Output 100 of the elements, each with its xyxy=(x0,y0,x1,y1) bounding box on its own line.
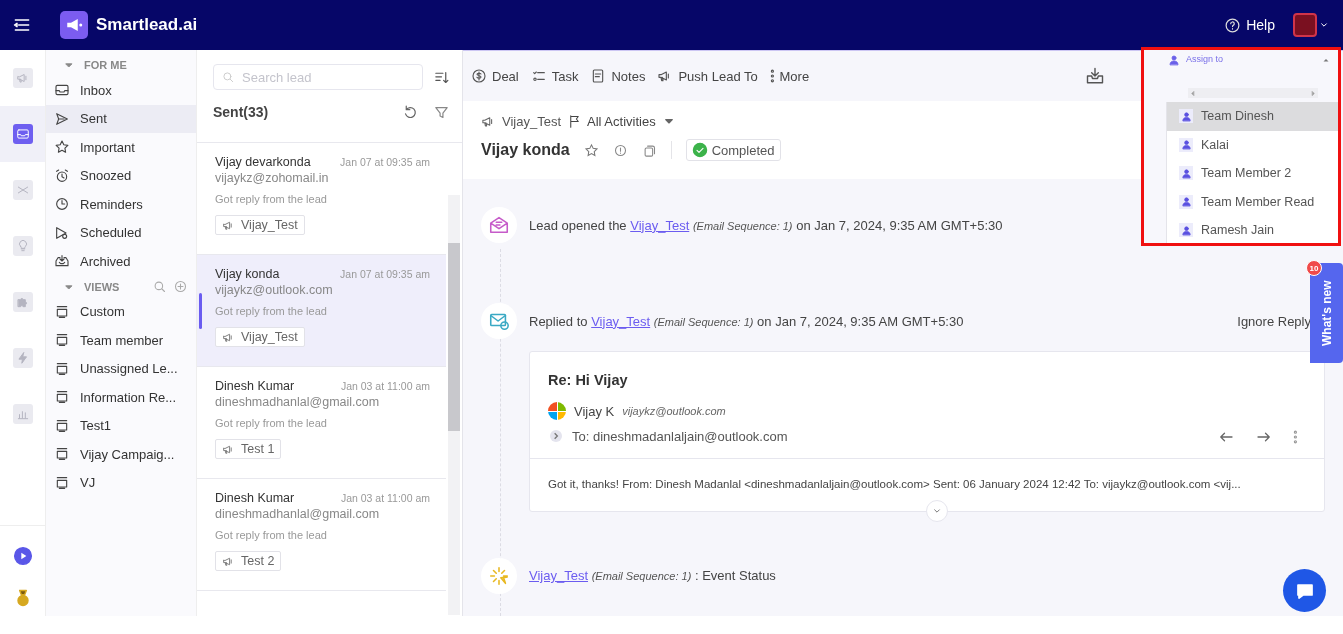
brand-name: Smartlead.ai xyxy=(96,15,198,35)
sender-email: vijaykz@outlook.com xyxy=(622,405,726,417)
horizontal-scrollbar[interactable] xyxy=(1188,88,1318,98)
lead-time: Jan 03 at 11:00 am xyxy=(340,380,430,392)
nav-item[interactable]: Snoozed xyxy=(46,161,196,190)
dollar-icon xyxy=(471,68,487,84)
view-icon xyxy=(54,446,70,463)
list-title: Sent(33) xyxy=(213,104,270,120)
assign-option[interactable]: Ramesh Jain xyxy=(1167,216,1338,243)
assign-option[interactable]: Team Dinesh xyxy=(1167,102,1338,131)
lead-time: Jan 07 at 09:35 am xyxy=(340,156,430,168)
lead-card[interactable]: Dinesh Kumar Jan 03 at 11:00 am dineshmadhanlal@gmail.com Got reply from the lead Test 1 xyxy=(197,367,446,479)
nav-item[interactable]: Team member xyxy=(46,326,196,355)
nav-item[interactable]: VJ xyxy=(46,468,196,497)
lead-card[interactable]: Dinesh Kumar Jan 03 at 11:00 am dineshmadhanlal@gmail.com Got reply from the lead Test 2 xyxy=(197,479,446,591)
activity-filter[interactable]: All Activities xyxy=(567,113,677,129)
lead-status: Got reply from the lead xyxy=(215,529,328,541)
assign-option[interactable]: Team Member 2 xyxy=(1167,159,1338,188)
section-title: FOR ME xyxy=(84,59,127,71)
nav-item[interactable]: Archived xyxy=(46,247,196,276)
dropdown-label: Assign to xyxy=(1186,54,1224,64)
search-field[interactable]: Search lead xyxy=(213,64,423,90)
nav-item[interactable]: Unassigned Le... xyxy=(46,354,196,383)
tray-button[interactable] xyxy=(1085,66,1105,86)
nav-item[interactable]: Inbox xyxy=(46,76,196,105)
assign-option[interactable]: Team Member Read xyxy=(1167,187,1338,216)
lead-status: Got reply from the lead xyxy=(215,193,328,205)
person-icon xyxy=(1180,110,1192,122)
lead-time: Jan 03 at 11:00 am xyxy=(340,492,430,504)
lead-status: Got reply from the lead xyxy=(215,417,328,429)
sender-logo-icon xyxy=(548,402,566,420)
lead-time: Jan 07 at 09:35 am xyxy=(340,268,430,280)
more-button[interactable] xyxy=(1293,428,1298,446)
section-title: VIEWS xyxy=(84,280,120,293)
nav-item[interactable]: Reminders xyxy=(46,190,196,219)
avatar-icon[interactable] xyxy=(1293,13,1317,37)
campaign-name: Test 1 xyxy=(241,442,275,456)
lightning-icon xyxy=(15,351,30,365)
view-icon xyxy=(54,389,70,406)
email-subject: Re: Hi Vijay xyxy=(547,371,629,388)
lead-name: Vijay konda xyxy=(481,141,570,159)
play-icon xyxy=(12,546,33,566)
email-recipient: To: dineshmadanlaljain@outlook.com xyxy=(572,428,788,444)
lead-card[interactable]: Vijay konda Jan 07 at 09:35 am vijaykz@outlook.com Got reply from the lead Vijay_Test xyxy=(197,255,446,367)
lead-name: Dinesh Kumar xyxy=(215,491,295,505)
lead-name: Dinesh Kumar xyxy=(215,379,295,393)
nav-item[interactable]: Vijay Campaig... xyxy=(46,440,196,469)
sender-name: Vijay K xyxy=(574,403,615,419)
toolbar-button[interactable]: Notes xyxy=(590,68,646,84)
puzzle-icon xyxy=(15,295,30,309)
assign-option[interactable]: Kalai xyxy=(1167,130,1338,159)
campaign-name: Vijay_Test xyxy=(241,218,298,232)
person-icon xyxy=(1180,139,1192,151)
nav-item[interactable]: Sent xyxy=(46,104,196,133)
star-icon[interactable] xyxy=(583,142,599,158)
nav-item[interactable]: Important xyxy=(46,133,196,162)
add-icon xyxy=(173,279,188,294)
nav-item[interactable]: Test1 xyxy=(46,411,196,440)
lead-email: dineshmadhanlal@gmail.com xyxy=(215,507,381,521)
lead-email: vijaykz@zohomail.in xyxy=(215,171,330,185)
campaign-link[interactable]: Vijay_Test xyxy=(630,217,690,233)
arrow-left-icon xyxy=(1188,88,1197,98)
status-badge: Completed xyxy=(685,139,781,161)
check-icon xyxy=(691,142,708,158)
clock-icon xyxy=(54,196,70,213)
toolbar-button[interactable]: Task xyxy=(530,68,579,84)
refresh-icon xyxy=(402,103,419,121)
nav-item[interactable]: Custom xyxy=(46,297,196,326)
help-button[interactable]: Help xyxy=(1218,15,1281,35)
scrollbar[interactable] xyxy=(448,195,460,615)
toolbar-button[interactable]: Push Lead To xyxy=(657,68,758,84)
campaign-name: Vijay_Test xyxy=(502,113,561,129)
view-icon xyxy=(54,332,70,349)
envelope-open-icon xyxy=(488,214,510,236)
expand-icon[interactable] xyxy=(548,428,564,444)
sparkle-icon xyxy=(488,564,510,587)
task-list-icon xyxy=(530,68,547,84)
view-icon xyxy=(54,474,70,491)
campaign-name: Test 2 xyxy=(241,554,275,568)
nav-item[interactable]: Information Re... xyxy=(46,383,196,412)
toolbar-button[interactable]: Deal xyxy=(471,68,519,84)
toolbar-button[interactable]: More xyxy=(769,68,810,84)
person-icon xyxy=(1180,167,1192,179)
search-icon xyxy=(152,279,167,294)
nav-item[interactable]: Scheduled xyxy=(46,218,196,247)
lead-name: Vijay devarkonda xyxy=(215,155,311,169)
help-icon xyxy=(1224,16,1242,34)
tray-icon xyxy=(1085,66,1105,86)
campaign-link[interactable]: Vijay_Test xyxy=(591,313,651,329)
star-icon xyxy=(54,139,70,156)
person-icon xyxy=(1180,196,1192,208)
campaign-link[interactable]: Vijay_Test xyxy=(529,568,588,583)
view-icon xyxy=(54,417,70,434)
expand-button[interactable] xyxy=(926,499,948,522)
ignore-reply-button[interactable]: Ignore Reply xyxy=(1237,313,1311,329)
scrollbar-thumb[interactable] xyxy=(448,243,460,431)
person-icon xyxy=(1180,224,1192,236)
person-icon xyxy=(1168,54,1180,66)
view-icon xyxy=(54,303,70,320)
info-icon xyxy=(612,142,628,158)
